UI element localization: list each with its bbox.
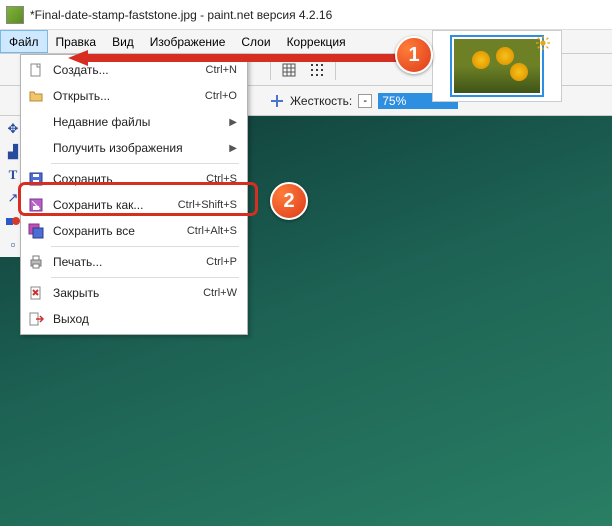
thumbnail-image <box>454 39 540 93</box>
menu-print[interactable]: Печать... Ctrl+P <box>21 249 247 275</box>
menu-save-as[interactable]: Сохранить как... Ctrl+Shift+S <box>21 192 247 218</box>
menu-print-shortcut: Ctrl+P <box>206 256 237 268</box>
menu-save-all-shortcut: Ctrl+Alt+S <box>187 225 237 237</box>
save-all-icon <box>27 222 45 240</box>
folder-open-icon <box>27 87 45 105</box>
menu-exit[interactable]: Выход <box>21 306 247 332</box>
app-window: *Final-date-stamp-faststone.jpg - paint.… <box>0 0 612 526</box>
sun-icon <box>536 36 550 50</box>
menu-file[interactable]: Файл <box>0 30 48 53</box>
callout-2: 2 <box>270 182 308 220</box>
menu-separator <box>51 163 239 164</box>
blank-icon <box>27 113 45 131</box>
new-file-icon <box>27 61 45 79</box>
grid-button[interactable] <box>277 58 301 82</box>
toolbar-separator <box>270 60 271 80</box>
titlebar: *Final-date-stamp-faststone.jpg - paint.… <box>0 0 612 30</box>
menu-save-as-label: Сохранить как... <box>53 198 170 212</box>
menu-print-label: Печать... <box>53 255 198 269</box>
menu-open-label: Открыть... <box>53 89 197 103</box>
menu-image[interactable]: Изображение <box>142 30 234 53</box>
menu-close-shortcut: Ctrl+W <box>203 287 237 299</box>
menu-adjust[interactable]: Коррекция <box>279 30 354 53</box>
menu-save-shortcut: Ctrl+S <box>206 173 237 185</box>
menu-save-label: Сохранить <box>53 172 198 186</box>
menu-acquire[interactable]: Получить изображения ▶ <box>21 135 247 161</box>
save-as-icon <box>27 196 45 214</box>
window-title: *Final-date-stamp-faststone.jpg - paint.… <box>30 8 332 22</box>
menu-open[interactable]: Открыть... Ctrl+O <box>21 83 247 109</box>
flower-icon <box>472 51 490 69</box>
menu-recent-label: Недавние файлы <box>53 115 221 129</box>
flower-icon <box>510 63 528 81</box>
thumbnail-active[interactable] <box>450 35 544 97</box>
menu-separator <box>51 277 239 278</box>
app-icon <box>6 6 24 24</box>
menu-acquire-label: Получить изображения <box>53 141 221 155</box>
blank-icon <box>27 139 45 157</box>
menu-close-label: Закрыть <box>53 286 195 300</box>
submenu-arrow-icon: ▶ <box>229 143 237 154</box>
menu-exit-label: Выход <box>53 312 237 326</box>
save-icon <box>27 170 45 188</box>
exit-icon <box>27 310 45 328</box>
submenu-arrow-icon: ▶ <box>229 117 237 128</box>
plus-icon[interactable] <box>270 94 284 108</box>
menu-open-shortcut: Ctrl+O <box>205 90 237 102</box>
menu-separator <box>51 246 239 247</box>
callout-1: 1 <box>395 36 433 74</box>
file-menu-dropdown: Создать... Ctrl+N Открыть... Ctrl+O Неда… <box>20 54 248 335</box>
toolbar-separator <box>335 60 336 80</box>
print-icon <box>27 253 45 271</box>
menu-save-all-label: Сохранить все <box>53 224 179 238</box>
menu-save-as-shortcut: Ctrl+Shift+S <box>178 199 237 211</box>
menu-layers[interactable]: Слои <box>233 30 278 53</box>
menu-recent[interactable]: Недавние файлы ▶ <box>21 109 247 135</box>
hardness-label: Жесткость: <box>290 94 352 108</box>
menu-create[interactable]: Создать... Ctrl+N <box>21 57 247 83</box>
menu-create-label: Создать... <box>53 63 198 77</box>
menu-save[interactable]: Сохранить Ctrl+S <box>21 166 247 192</box>
menu-view[interactable]: Вид <box>104 30 142 53</box>
menu-create-shortcut: Ctrl+N <box>206 64 237 76</box>
menu-edit[interactable]: Правка <box>48 30 105 53</box>
dots-button[interactable] <box>305 58 329 82</box>
hardness-minus[interactable]: - <box>358 94 372 108</box>
close-icon <box>27 284 45 302</box>
menu-save-all[interactable]: Сохранить все Ctrl+Alt+S <box>21 218 247 244</box>
menu-close[interactable]: Закрыть Ctrl+W <box>21 280 247 306</box>
flower-icon <box>496 47 514 65</box>
